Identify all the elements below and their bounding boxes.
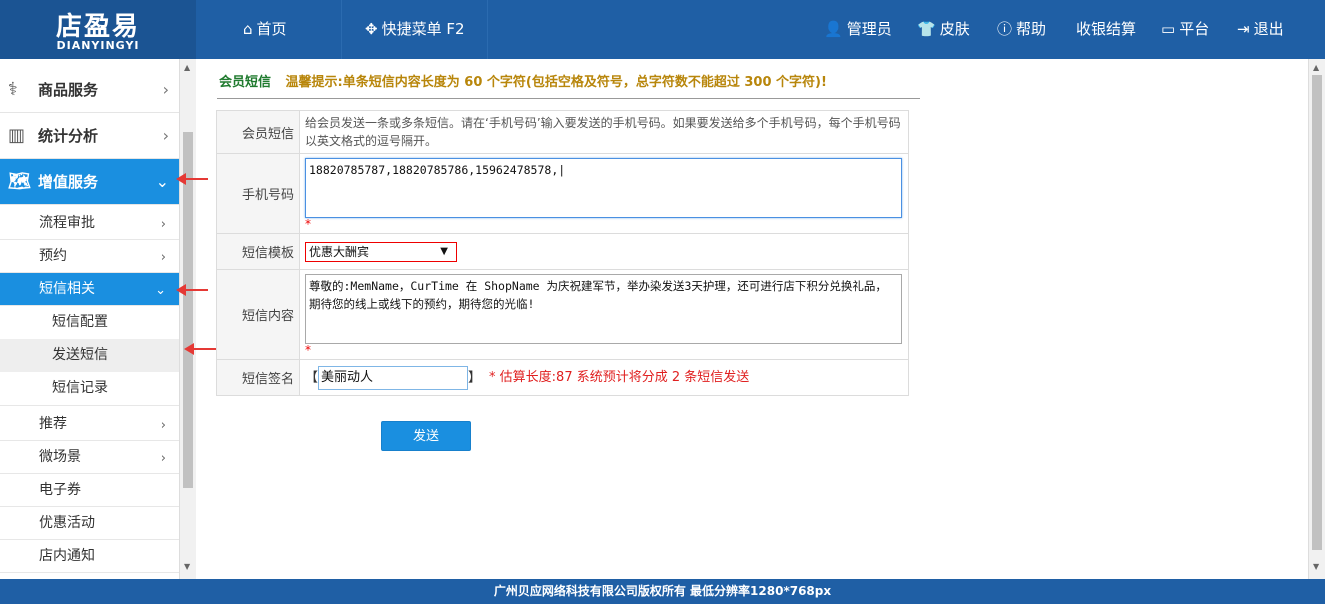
signature-label: 短信签名 [216,359,300,396]
template-label: 短信模板 [216,233,300,270]
chevron-right-icon: › [160,451,166,466]
sidebar-item-appointment[interactable]: 预约 › [0,240,179,273]
shirt-icon: 👕 [917,20,936,38]
red-arrow-icon [184,343,216,355]
signature-input[interactable]: 美丽动人 [318,365,469,390]
chevron-right-icon: › [160,418,166,433]
help-icon: ⓘ [997,20,1013,38]
nav-admin[interactable]: 👤 管理员 [824,0,892,59]
sidebar-item-send-sms[interactable]: 发送短信 [0,339,179,372]
sidebar-item-micro-scene[interactable]: 微场景 › [0,441,179,474]
template-select[interactable]: 优惠大酬宾 ▼ [305,241,457,262]
nav-quick-menu[interactable]: ✥ 快捷菜单 F2 [365,0,465,59]
pill-icon: ⚕ [8,79,18,100]
logout-icon: ⇥ [1237,20,1250,38]
nav-logout[interactable]: ⇥ 退出 [1237,0,1284,59]
chevron-down-icon: ⌄ [155,283,166,298]
dropdown-arrow-icon: ▼ [440,245,448,257]
chevron-right-icon: › [162,126,169,145]
hint-text: 温馨提示:单条短信内容长度为 60 个字符(包括空格及符号，总字符数不能超过 3… [285,75,827,90]
chevron-right-icon: › [160,250,166,265]
logo[interactable]: 店盈易 DIANYINGYI [0,0,196,59]
scroll-up-icon[interactable]: ▲ [1313,63,1319,72]
main-scrollbar[interactable]: ▲ ▼ [1308,59,1325,579]
sidebar-item-promotion[interactable]: 优惠活动 [0,507,179,540]
logo-cn: 店盈易 [55,12,140,42]
red-arrow-icon [176,173,208,185]
hint-bar: 会员短信 温馨提示:单条短信内容长度为 60 个字符(包括空格及符号，总字符数不… [219,71,827,90]
nav-skin[interactable]: 👕 皮肤 [917,0,970,59]
scroll-down-icon[interactable]: ▼ [184,562,190,571]
bracket-open: 【 [305,370,319,385]
chevron-down-icon: ⌄ [155,172,169,191]
footer: 广州贝应网络科技有限公司版权所有 最低分辨率1280*768px [0,579,1325,604]
sidebar-item-product-service[interactable]: ⚕ 商品服务 › [0,67,179,113]
chevron-right-icon: › [162,80,169,99]
sidebar-item-sms-related[interactable]: 短信相关 ⌄ [0,273,179,306]
monitor-icon: ▭ [1161,20,1176,38]
length-estimate: * 估算长度:87 系统预计将分成 2 条短信发送 [489,370,750,385]
sidebar-item-store-notice[interactable]: 店内通知 [0,540,179,573]
phone-label: 手机号码 [216,153,300,234]
phone-textarea[interactable]: 18820785787,18820785786,15962478578,| [305,157,902,218]
sidebar: ⚕ 商品服务 › ▥ 统计分析 › 🗺 增值服务 ⌄ 流程审批 › 预约 › 短… [0,59,179,579]
nav-platform[interactable]: ▭ 平台 [1161,0,1209,59]
send-button[interactable]: 发送 [381,421,471,451]
move-icon: ✥ [365,20,378,38]
sidebar-item-sms-config[interactable]: 短信配置 [0,306,179,339]
nav-separator [341,0,342,59]
page-title: 会员短信 [219,75,272,90]
required-mark: * [305,342,311,357]
sidebar-scrollbar[interactable]: ▲ ▼ [179,59,196,579]
sidebar-item-stats[interactable]: ▥ 统计分析 › [0,113,179,159]
member-sms-desc: 给会员发送一条或多条短信。请在‘手机号码’输入要发送的手机号码。如果要发送给多个… [305,116,901,148]
nav-help[interactable]: ⓘ 帮助 [997,0,1046,59]
nav-checkout[interactable]: 收银结算 [1076,0,1136,59]
sms-form: 会员短信 给会员发送一条或多条短信。请在‘手机号码’输入要发送的手机号码。如果要… [216,110,909,396]
scroll-down-icon[interactable]: ▼ [1313,562,1319,571]
content-label: 短信内容 [216,269,300,360]
home-icon: ⌂ [243,20,253,38]
nav-home[interactable]: ⌂ 首页 [243,0,287,59]
sidebar-item-sms-log[interactable]: 短信记录 [0,372,179,406]
content-textarea[interactable]: 尊敬的:MemName，CurTime 在 ShopName 为庆祝建军节，举办… [305,273,902,344]
sidebar-item-value-added[interactable]: 🗺 增值服务 ⌄ [0,159,179,205]
top-bar: 店盈易 DIANYINGYI ⌂ 首页 ✥ 快捷菜单 F2 👤 管理员 👕 皮肤 ⓘ 帮助… [0,0,1325,59]
sidebar-item-e-coupon[interactable]: 电子券 [0,474,179,507]
bracket-close: 】 [468,370,482,385]
red-arrow-icon [176,284,208,296]
map-icon: 🗺 [8,171,31,192]
nav-separator [487,0,488,59]
user-icon: 👤 [824,20,843,38]
scroll-up-icon[interactable]: ▲ [184,63,190,72]
required-mark: * [305,216,311,231]
chart-icon: ▥ [8,125,26,146]
sidebar-item-recommend[interactable]: 推荐 › [0,408,179,441]
main-scroll-thumb[interactable] [1312,75,1322,550]
member-sms-label: 会员短信 [216,110,300,154]
sidebar-item-process-approval[interactable]: 流程审批 › [0,207,179,240]
logo-en: DIANYINGYI [56,39,140,52]
chevron-right-icon: › [160,217,166,232]
divider [217,98,920,99]
